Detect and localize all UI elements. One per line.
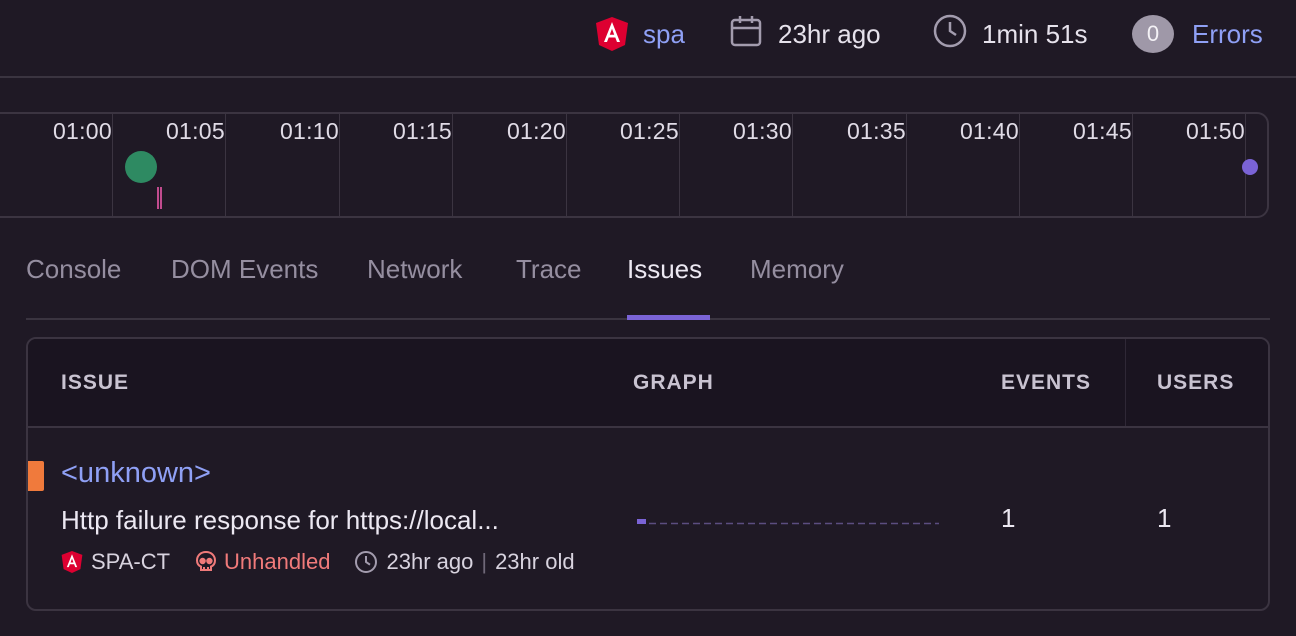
tick-label: 01:50 bbox=[1185, 118, 1245, 144]
tick-label: 01:40 bbox=[959, 118, 1019, 144]
first-seen: 23hr ago bbox=[386, 549, 474, 574]
issue-graph bbox=[637, 519, 939, 525]
table-header: ISSUE GRAPH EVENTS USERS bbox=[28, 339, 1268, 428]
column-header-issue[interactable]: ISSUE bbox=[61, 371, 129, 395]
unhandled-badge: Unhandled bbox=[224, 549, 331, 574]
replay-header: spa 23hr ago 1min 51s 0 Errors bbox=[0, 0, 1296, 78]
graph-bar bbox=[637, 519, 646, 524]
date-text: 23hr ago bbox=[778, 18, 881, 49]
replay-event-marker[interactable] bbox=[125, 151, 157, 183]
duration-text: 1min 51s bbox=[982, 18, 1088, 49]
column-header-events[interactable]: EVENTS bbox=[1001, 371, 1091, 395]
devtools-tabs: Console DOM Events Network Trace Issues … bbox=[26, 246, 1270, 320]
tick-label: 01:00 bbox=[52, 118, 112, 144]
tick-label: 01:20 bbox=[506, 118, 566, 144]
tab-trace[interactable]: Trace bbox=[516, 254, 582, 285]
error-tick bbox=[160, 187, 162, 209]
project-link[interactable]: spa bbox=[595, 14, 685, 54]
events-count: 1 bbox=[1001, 503, 1016, 533]
date-info: 23hr ago bbox=[728, 14, 881, 54]
tab-issues[interactable]: Issues bbox=[627, 254, 702, 285]
issues-table: ISSUE GRAPH EVENTS USERS <unknown> Http … bbox=[26, 337, 1270, 611]
tab-memory[interactable]: Memory bbox=[750, 254, 844, 285]
error-tick bbox=[157, 187, 159, 209]
tab-dom-events[interactable]: DOM Events bbox=[171, 254, 318, 285]
tick-label: 01:35 bbox=[846, 118, 906, 144]
issue-title-link[interactable]: <unknown> bbox=[61, 457, 211, 490]
tick-label: 01:25 bbox=[619, 118, 679, 144]
meta-separator: | bbox=[481, 549, 488, 574]
project-slug[interactable]: SPA-CT bbox=[91, 549, 170, 575]
issue-age: 23hr old bbox=[495, 549, 575, 574]
replay-timeline[interactable]: 01:00 01:05 01:10 01:15 01:20 01:25 01:3… bbox=[0, 112, 1269, 218]
clock-icon bbox=[932, 13, 968, 56]
tick-label: 01:10 bbox=[279, 118, 339, 144]
clock-icon bbox=[354, 550, 378, 574]
active-tab-indicator bbox=[627, 315, 710, 320]
errors-link[interactable]: 0 Errors bbox=[1132, 14, 1263, 54]
tab-console[interactable]: Console bbox=[26, 254, 121, 285]
project-name: spa bbox=[643, 18, 685, 49]
issue-message: Http failure response for https://local.… bbox=[61, 505, 499, 535]
users-count: 1 bbox=[1157, 503, 1172, 533]
column-header-graph[interactable]: GRAPH bbox=[633, 371, 714, 395]
column-header-users[interactable]: USERS bbox=[1157, 371, 1234, 395]
angular-icon bbox=[61, 550, 83, 574]
skull-icon bbox=[194, 550, 218, 574]
tick-label: 01:45 bbox=[1072, 118, 1132, 144]
issue-meta: SPA-CT Unhandled 23hr ago | 23hr old bbox=[61, 545, 601, 579]
playhead-marker[interactable] bbox=[1242, 159, 1258, 175]
tab-network[interactable]: Network bbox=[367, 254, 462, 285]
tick-label: 01:30 bbox=[732, 118, 792, 144]
tick-label: 01:05 bbox=[165, 118, 225, 144]
tick-label: 01:15 bbox=[392, 118, 452, 144]
angular-icon bbox=[595, 16, 629, 52]
severity-indicator bbox=[28, 461, 44, 491]
duration-info: 1min 51s bbox=[932, 14, 1088, 54]
calendar-icon bbox=[728, 13, 764, 56]
errors-label: Errors bbox=[1192, 18, 1263, 49]
errors-count-badge: 0 bbox=[1132, 15, 1174, 53]
